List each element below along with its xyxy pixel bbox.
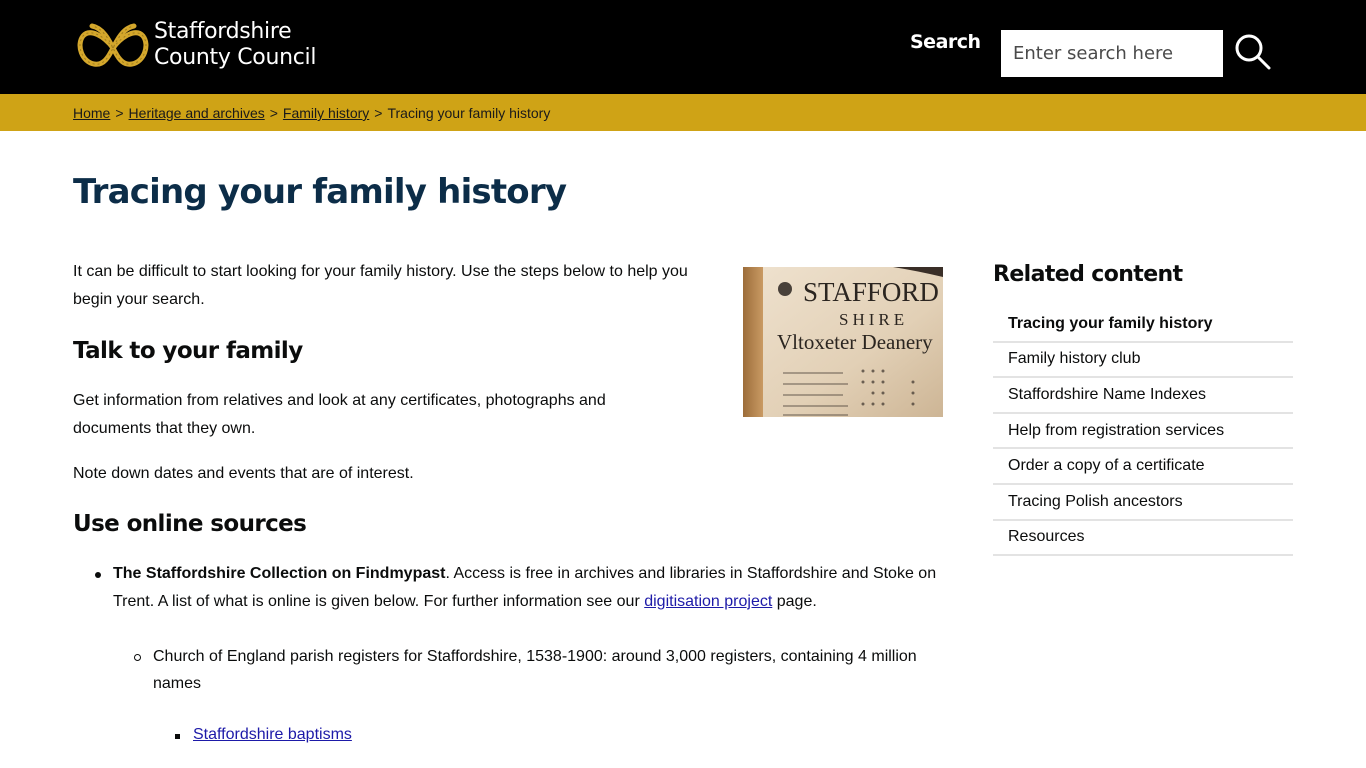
site-header: Staffordshire County Council Search [0, 0, 1366, 94]
breadcrumb-family-history[interactable]: Family history [283, 105, 369, 121]
paragraph: Get information from relatives and look … [73, 392, 606, 437]
staffordshire-knot-icon [77, 23, 149, 67]
search-button[interactable] [1234, 33, 1272, 71]
search-icon [1235, 34, 1271, 70]
related-content-title: Related content [993, 262, 1183, 287]
bullet-disc-icon [95, 572, 101, 578]
related-item-help-from-registration-services: Help from registration services [993, 414, 1293, 450]
related-link[interactable]: Tracing your family history [1008, 315, 1213, 333]
bullet-circle-icon [134, 654, 141, 661]
staffordshire-baptisms-link[interactable]: Staffordshire baptisms [193, 726, 352, 743]
paragraph: Note down dates and events that are of i… [73, 465, 414, 482]
related-link[interactable]: Family history club [1008, 350, 1140, 368]
related-link[interactable]: Order a copy of a certificate [1008, 457, 1205, 475]
section-heading-use-online-sources: Use online sources [73, 511, 307, 537]
related-item-order-a-copy-of-a-certificate: Order a copy of a certificate [993, 449, 1293, 485]
site-logo-link[interactable]: Staffordshire County Council [76, 18, 316, 72]
digitisation-project-link[interactable]: digitisation project [644, 593, 772, 610]
breadcrumb-separator: > [374, 105, 383, 121]
search-label: Search [910, 31, 981, 53]
list-item: The Staffordshire Collection on Findmypa… [73, 560, 943, 748]
related-link[interactable]: Resources [1008, 528, 1084, 546]
breadcrumb-separator: > [269, 105, 278, 121]
breadcrumb-heritage-and-archives[interactable]: Heritage and archives [129, 105, 265, 121]
bullet-square-icon [175, 734, 180, 739]
search-input[interactable] [1001, 30, 1223, 77]
intro-paragraph: It can be difficult to start looking for… [73, 263, 688, 308]
online-sources-sublist: Church of England parish registers for S… [113, 643, 943, 748]
list-item-text: Church of England parish registers for S… [153, 648, 917, 692]
related-link[interactable]: Tracing Polish ancestors [1008, 493, 1183, 511]
list-item: Church of England parish registers for S… [113, 643, 943, 748]
related-content-list: Tracing your family history Family histo… [993, 307, 1293, 557]
related-link[interactable]: Help from registration services [1008, 422, 1224, 440]
logo-line-2: County Council [154, 45, 317, 70]
parish-registers-sublist: Staffordshire baptisms [153, 722, 943, 748]
breadcrumb-current: Tracing your family history [387, 105, 551, 121]
list-item: Staffordshire baptisms [153, 722, 943, 748]
related-item-tracing-polish-ancestors: Tracing Polish ancestors [993, 485, 1293, 521]
logo-line-1: Staffordshire [154, 19, 292, 44]
list-item-title: The Staffordshire Collection on Findmypa… [113, 565, 446, 582]
breadcrumb: Home > Heritage and archives > Family hi… [73, 105, 550, 121]
related-item-staffordshire-name-indexes: Staffordshire Name Indexes [993, 378, 1293, 414]
page-title: Tracing your family history [73, 172, 567, 212]
related-item-family-history-club: Family history club [993, 343, 1293, 379]
related-item-resources: Resources [993, 521, 1293, 557]
breadcrumb-home[interactable]: Home [73, 105, 110, 121]
online-sources-list: The Staffordshire Collection on Findmypa… [73, 560, 943, 748]
list-item-text-end: page. [772, 593, 817, 610]
main-content: It can be difficult to start looking for… [73, 258, 943, 748]
related-link[interactable]: Staffordshire Name Indexes [1008, 386, 1206, 404]
breadcrumb-separator: > [115, 105, 124, 121]
related-content: Related content Tracing your family hist… [993, 262, 1293, 557]
section-heading-talk-to-your-family: Talk to your family [73, 338, 303, 364]
logo-text: Staffordshire County Council [154, 19, 316, 71]
related-item-tracing-your-family-history: Tracing your family history [993, 307, 1293, 343]
